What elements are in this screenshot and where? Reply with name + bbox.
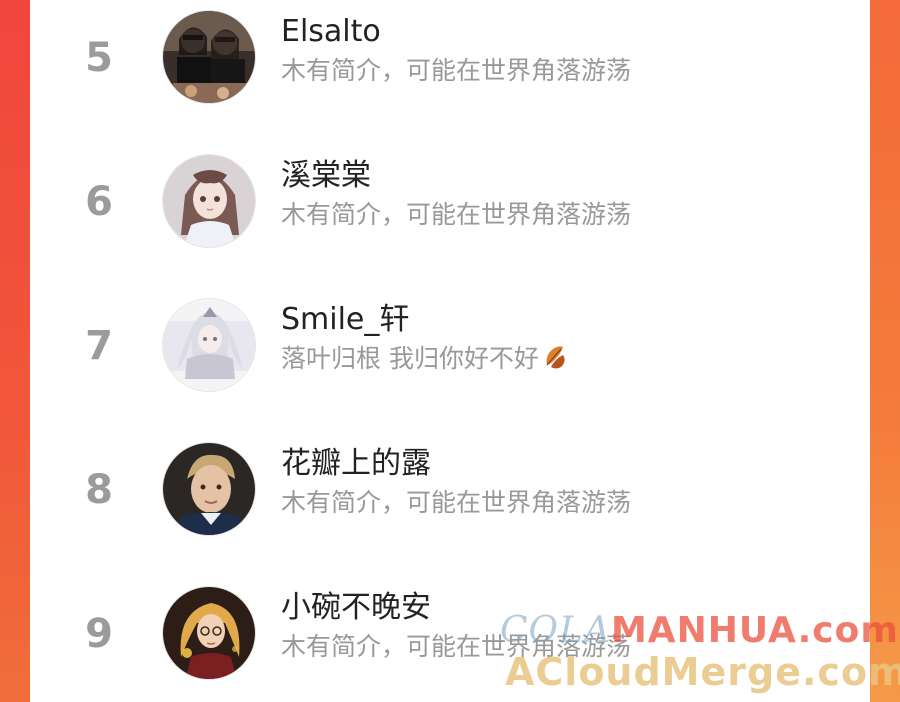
user-name[interactable]: 小碗不晚安: [281, 588, 431, 628]
watermark-cola-text: COLA: [500, 610, 611, 651]
rank-number: 9: [85, 611, 113, 657]
rank-number: 8: [85, 467, 113, 513]
user-bio: 木有简介，可能在世界角落游荡: [281, 56, 632, 85]
young-man-photo-avatar[interactable]: [162, 442, 256, 536]
anime-girl-avatar[interactable]: [162, 154, 256, 248]
watermark-acloudmerge: ACloudMerge.com: [505, 650, 900, 694]
fallen-leaf-icon: [541, 343, 569, 375]
rank-number: 6: [85, 179, 113, 225]
ranking-list-card: 5 Elsalto 木有简介，可能在世界角落游荡 6 溪棠棠 木有简介，可能在世…: [30, 0, 870, 702]
group-photo-avatar[interactable]: [162, 10, 256, 104]
watermark-dotcom-text: .com: [797, 610, 899, 651]
watermark-colamanhua: COLAMANHUA.com: [500, 610, 899, 651]
user-bio-container: 落叶归根 我归你好不好: [281, 342, 569, 376]
user-bio: 落叶归根 我归你好不好: [281, 344, 539, 373]
watermark-manhua-text: MANHUA: [610, 610, 798, 651]
left-gradient-border: [0, 0, 30, 702]
right-gradient-border: [870, 0, 900, 702]
white-hair-anime-avatar[interactable]: [162, 298, 256, 392]
ranking-row[interactable]: 8 花瓣上的露 木有简介，可能在世界角落游荡: [30, 432, 870, 576]
user-bio: 木有简介，可能在世界角落游荡: [281, 488, 632, 517]
user-name[interactable]: Smile_轩: [281, 300, 409, 340]
rank-number: 7: [85, 323, 113, 369]
user-name[interactable]: 花瓣上的露: [281, 444, 431, 484]
user-bio: 木有简介，可能在世界角落游荡: [281, 200, 632, 229]
user-name[interactable]: 溪棠棠: [281, 156, 371, 196]
rank-number: 5: [85, 35, 113, 81]
ranking-row[interactable]: 7 Smile_轩 落叶归根 我归你好不好: [30, 288, 870, 432]
ranking-row[interactable]: 5 Elsalto 木有简介，可能在世界角落游荡: [30, 0, 870, 144]
ranking-row[interactable]: 6 溪棠棠 木有简介，可能在世界角落游荡: [30, 144, 870, 288]
user-name[interactable]: Elsalto: [281, 12, 381, 52]
golden-hair-illustration-avatar[interactable]: [162, 586, 256, 680]
